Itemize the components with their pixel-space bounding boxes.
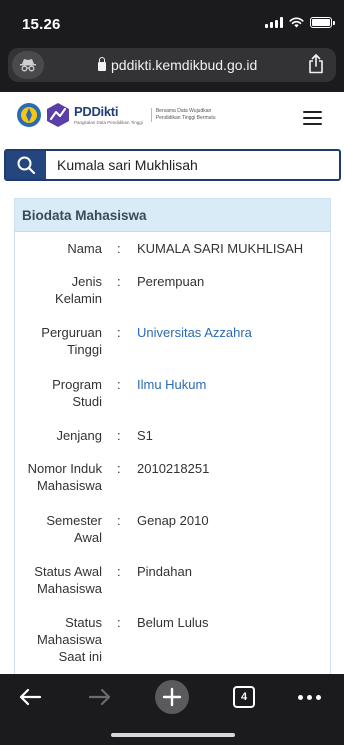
- hamburger-menu-icon[interactable]: [303, 111, 322, 129]
- search-icon: [17, 156, 36, 175]
- row-value: Belum Lulus: [137, 615, 209, 630]
- logo-wordmark: PDDikti Pangkalan Data Pendidikan Tinggi: [74, 104, 143, 126]
- tab-switcher-button[interactable]: 4: [231, 680, 257, 714]
- row-label: Jenis Kelamin: [55, 274, 102, 306]
- browser-chrome: 15.26 pddikti.kemdikbud.go.id: [0, 0, 344, 92]
- forward-arrow-icon: [88, 688, 111, 706]
- status-time: 15.26: [22, 16, 61, 33]
- tagline-line-2: Pendidikan Tinggi Bermutu: [155, 115, 216, 121]
- new-tab-button[interactable]: [155, 680, 189, 714]
- row-separator: :: [117, 564, 121, 579]
- row-label: Status Awal Mahasiswa: [34, 564, 102, 596]
- lock-icon: [98, 56, 106, 71]
- pddikti-logo[interactable]: PDDikti Pangkalan Data Pendidikan Tinggi…: [16, 102, 221, 128]
- biodata-card: Biodata Mahasiswa Nama : KUMALA SARI MUK…: [14, 198, 331, 688]
- row-separator: :: [117, 377, 121, 392]
- row-separator: :: [117, 241, 121, 256]
- logo-subtitle: Pangkalan Data Pendidikan Tinggi: [74, 120, 143, 125]
- row-value: S1: [137, 428, 153, 443]
- tab-count: 4: [233, 686, 255, 708]
- search-bar: [4, 149, 341, 181]
- study-program-link[interactable]: Ilmu Hukum: [137, 376, 327, 393]
- home-indicator[interactable]: [111, 733, 235, 737]
- wifi-icon: [289, 17, 304, 28]
- university-link[interactable]: Universitas Azzahra: [137, 324, 327, 341]
- pddikti-mark-icon: [47, 103, 69, 127]
- row-label: Nomor Induk Mahasiswa: [27, 461, 102, 493]
- incognito-icon[interactable]: [12, 51, 44, 79]
- kemdikbud-emblem-icon: [17, 103, 41, 127]
- row-value: Pindahan: [137, 564, 192, 579]
- more-menu-button[interactable]: [294, 680, 324, 714]
- url-text[interactable]: pddikti.kemdikbud.go.id: [98, 56, 258, 73]
- back-arrow-icon: [19, 688, 42, 706]
- logo-name: PDDikti: [74, 104, 119, 119]
- row-value: Genap 2010: [137, 513, 209, 528]
- row-label: Semester Awal: [46, 513, 102, 545]
- plus-icon: [155, 680, 189, 714]
- row-value: 2010218251: [137, 461, 210, 476]
- row-separator: :: [117, 274, 121, 289]
- row-separator: :: [117, 615, 121, 630]
- share-icon[interactable]: [308, 54, 324, 79]
- search-button[interactable]: [6, 151, 46, 179]
- row-separator: :: [117, 325, 121, 340]
- more-dots-icon: [297, 694, 321, 700]
- address-bar[interactable]: pddikti.kemdikbud.go.id: [8, 48, 336, 82]
- row-value: KUMALA SARI MUKHLISAH: [137, 241, 304, 256]
- row-label: Status Mahasiswa Saat ini: [36, 615, 102, 664]
- row-separator: :: [117, 428, 121, 443]
- battery-icon: [310, 17, 335, 28]
- row-value: Perempuan: [137, 274, 205, 289]
- row-separator: :: [117, 461, 121, 476]
- row-label: Program Studi: [52, 377, 102, 409]
- page: 15.26 pddikti.kemdikbud.go.id PDDikti Pa…: [0, 0, 344, 745]
- card-title: Biodata Mahasiswa: [15, 199, 330, 232]
- row-label: Perguruan Tinggi: [41, 325, 102, 357]
- row-label: Nama: [67, 241, 102, 256]
- logo-tagline: Bersama Data Wujudkan Pendidikan Tinggi …: [150, 108, 221, 122]
- url-label: pddikti.kemdikbud.go.id: [111, 57, 258, 73]
- back-button[interactable]: [16, 680, 44, 714]
- cellular-signal-icon: [265, 17, 283, 28]
- row-label: Jenjang: [56, 428, 102, 443]
- forward-button[interactable]: [86, 680, 114, 714]
- tagline-line-1: Bersama Data Wujudkan: [155, 108, 212, 114]
- status-icons: [265, 17, 335, 28]
- row-separator: :: [117, 513, 121, 528]
- site-header: PDDikti Pangkalan Data Pendidikan Tinggi…: [0, 92, 344, 144]
- search-input[interactable]: [46, 151, 339, 179]
